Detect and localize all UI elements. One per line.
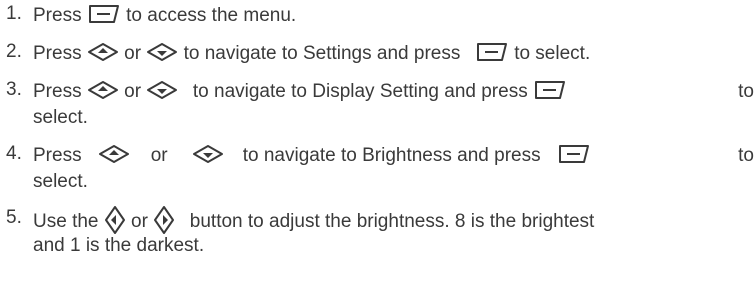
text: Use the — [33, 211, 99, 233]
text: to navigate to Display Setting and press — [192, 81, 528, 102]
step-line: Press or to navigate to Brightness and p… — [33, 143, 754, 169]
up-arrow-key-icon — [87, 80, 119, 100]
text: select. — [33, 107, 88, 128]
text: or — [124, 81, 142, 102]
step-text: Press or to navigate to Display Setting … — [33, 79, 754, 131]
step-number: 4. — [6, 143, 22, 164]
text: or — [150, 145, 168, 166]
step-line: and 1 is the darkest. — [33, 233, 754, 259]
text: to select. — [514, 43, 591, 64]
menu-select-key-icon — [475, 41, 509, 63]
text: select. — [33, 171, 88, 192]
menu-select-key-icon — [87, 3, 121, 25]
step-text: Press to access the menu. — [33, 3, 754, 29]
step-text: Press or to navigate to Settings and pre… — [33, 41, 754, 67]
step-number: 1. — [6, 3, 22, 24]
step-number: 2. — [6, 41, 22, 62]
down-arrow-key-icon — [146, 42, 178, 62]
text: to — [738, 81, 754, 102]
text: Press — [33, 145, 82, 166]
menu-select-key-icon — [557, 143, 591, 165]
menu-select-key-icon — [533, 79, 567, 101]
text: to navigate to Settings and press — [183, 43, 461, 64]
step-line: select. — [33, 169, 754, 195]
step-number: 5. — [6, 207, 22, 228]
text: to — [738, 145, 754, 166]
step-text: Press or to navigate to Brightness and p… — [33, 143, 754, 195]
step-line: Press or to navigate to Display Setting … — [33, 79, 754, 105]
text: to navigate to Brightness and press — [242, 145, 541, 166]
text: or — [131, 211, 148, 233]
step-line: Press to access the menu. — [33, 3, 754, 29]
step-line: Use the or button to adjust the brightne… — [33, 205, 754, 235]
text: Press — [33, 43, 82, 64]
step-number: 3. — [6, 79, 22, 100]
step-line: select. — [33, 105, 754, 131]
right-arrow-key-icon — [153, 205, 175, 235]
left-arrow-key-icon — [104, 205, 126, 235]
down-arrow-key-icon — [192, 144, 224, 164]
up-arrow-key-icon — [87, 42, 119, 62]
text: or — [124, 43, 142, 64]
text: button to adjust the brightness. 8 is th… — [189, 211, 595, 233]
step-text: Use the or button to adjust the brightne… — [33, 205, 754, 259]
text: to access the menu. — [126, 5, 297, 26]
up-arrow-key-icon — [98, 144, 130, 164]
down-arrow-key-icon — [146, 80, 178, 100]
step-line: Press or to navigate to Settings and pre… — [33, 41, 754, 67]
text: and 1 is the darkest. — [33, 235, 205, 256]
text: Press — [33, 5, 82, 26]
text: Press — [33, 81, 82, 102]
